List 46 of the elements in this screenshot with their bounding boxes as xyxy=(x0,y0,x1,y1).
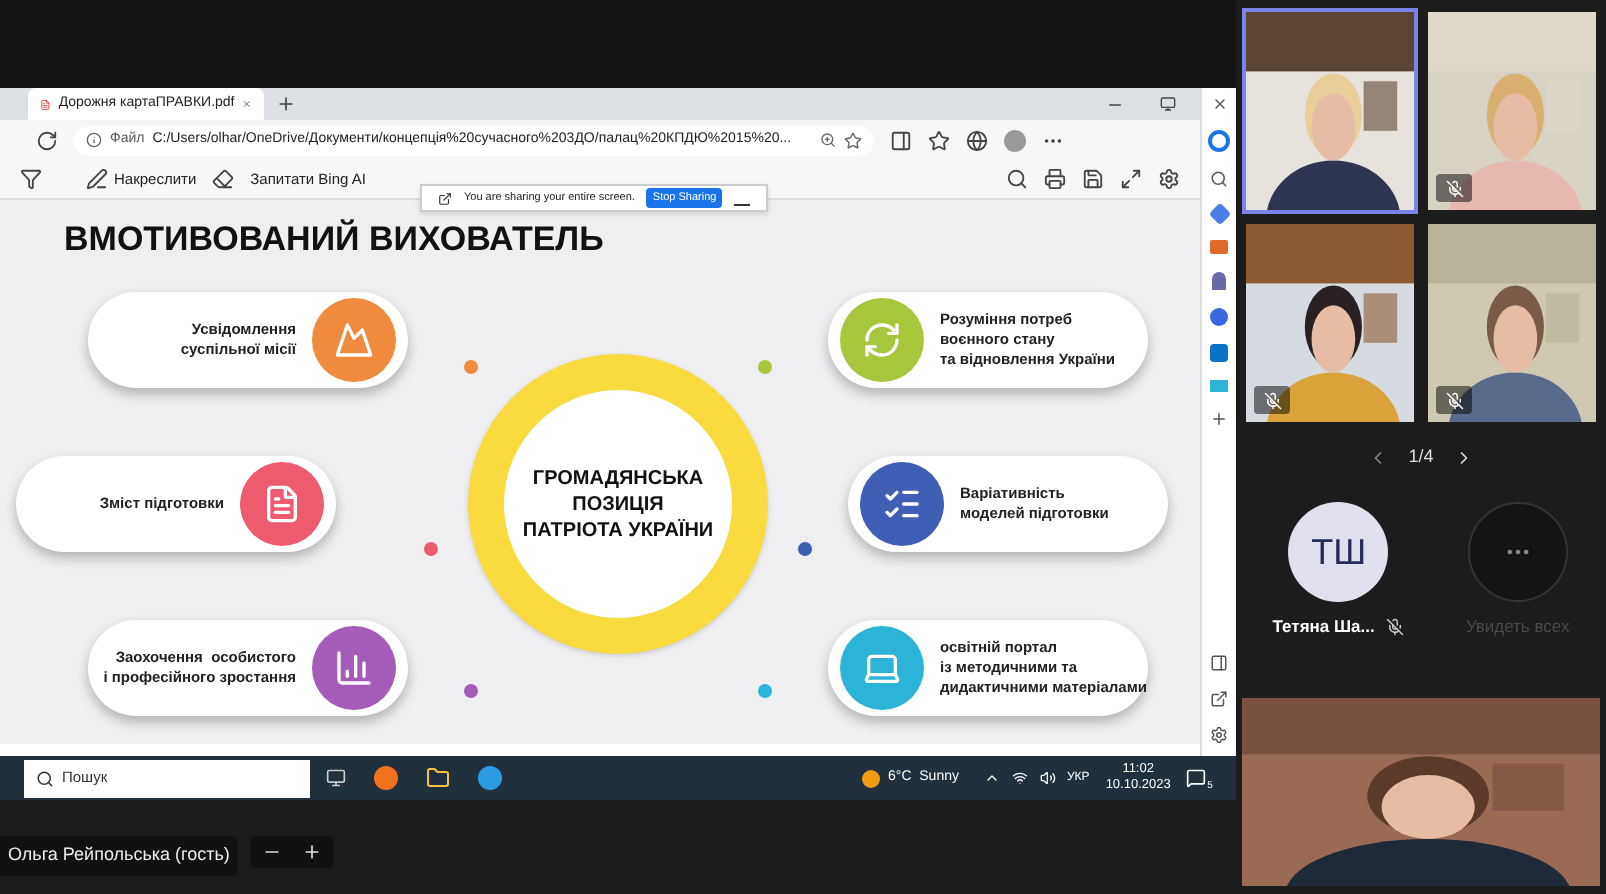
eraser-icon[interactable] xyxy=(212,168,235,190)
settings-icon[interactable] xyxy=(1210,726,1228,744)
center-text: ГРОМАДЯНСЬКА ПОЗИЦІЯ ПАТРІОТА УКРАЇНИ xyxy=(520,465,716,543)
cycle-icon xyxy=(862,320,902,360)
info-icon xyxy=(86,132,102,148)
volume-icon[interactable] xyxy=(1039,770,1055,786)
participant-avatar[interactable]: ТШ xyxy=(1288,502,1389,602)
search-icon[interactable] xyxy=(1210,170,1228,188)
add-icon[interactable] xyxy=(1210,410,1228,428)
search-icon[interactable] xyxy=(1006,168,1028,190)
task-view-icon[interactable] xyxy=(326,768,346,788)
pen-icon xyxy=(86,168,108,190)
highlight-icon[interactable] xyxy=(20,168,42,190)
chevron-up-icon[interactable] xyxy=(983,770,999,786)
page-indicator: 1/4 xyxy=(1408,444,1434,471)
new-tab-icon[interactable] xyxy=(276,94,296,114)
favorites-icon[interactable] xyxy=(928,129,950,151)
restore-icon[interactable] xyxy=(1160,96,1176,112)
slide-title: ВМОТИВОВАНИЙ ВИХОВАТЕЛЬ xyxy=(64,220,606,260)
settings-icon[interactable] xyxy=(1158,168,1180,190)
print-icon[interactable] xyxy=(1044,168,1066,190)
sidebar-icon[interactable] xyxy=(1210,654,1228,672)
favorite-icon[interactable] xyxy=(844,131,862,149)
search-icon xyxy=(36,769,54,787)
profile-avatar[interactable] xyxy=(1004,129,1026,151)
network-icon[interactable] xyxy=(1011,770,1027,786)
close-icon[interactable] xyxy=(1211,96,1227,112)
share-icon xyxy=(438,191,452,205)
pdf-icon xyxy=(40,95,51,113)
mountain-icon xyxy=(334,320,374,360)
self-name-label: Ольга Рейпольська (гость) xyxy=(0,836,238,875)
external-link-icon[interactable] xyxy=(1210,690,1228,708)
zoom-icon[interactable] xyxy=(820,132,836,148)
collections-icon[interactable] xyxy=(966,129,988,151)
fullscreen-icon[interactable] xyxy=(1120,168,1142,190)
participant-name: Тетяна Ша... xyxy=(1272,614,1375,640)
refresh-icon[interactable] xyxy=(36,129,58,151)
close-icon[interactable] xyxy=(242,96,252,112)
document-icon xyxy=(262,484,302,524)
sun-icon xyxy=(862,769,880,787)
save-icon[interactable] xyxy=(1082,168,1104,190)
zoom-in-icon[interactable] xyxy=(301,842,322,862)
notifications-icon[interactable] xyxy=(1186,768,1207,788)
bar-chart-icon xyxy=(334,648,374,688)
split-screen-icon[interactable] xyxy=(890,129,912,151)
folder-icon[interactable] xyxy=(426,766,450,790)
